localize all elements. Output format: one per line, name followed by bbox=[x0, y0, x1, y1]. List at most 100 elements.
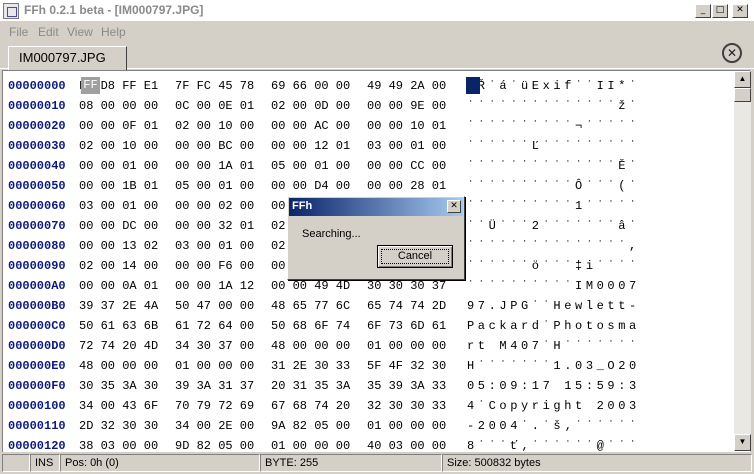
hex-bytes[interactable]: 31 2E 30 33 bbox=[271, 359, 350, 373]
ascii-text[interactable]: ˙˙˙˙˙˙˙˙˙˙˙˙˙˙Ě˙ bbox=[467, 159, 723, 173]
hex-bytes[interactable]: 00 00 BC 00 bbox=[175, 139, 254, 153]
hex-bytes[interactable]: 08 00 00 00 bbox=[79, 99, 158, 113]
hex-bytes[interactable]: 00 00 0A 01 bbox=[79, 279, 158, 293]
dialog-close-icon[interactable]: ✕ bbox=[447, 200, 461, 213]
hex-bytes[interactable]: 48 65 77 6C bbox=[271, 299, 350, 313]
hex-bytes[interactable]: 01 00 00 00 bbox=[367, 339, 446, 353]
hex-bytes[interactable]: 20 31 35 3A bbox=[271, 379, 350, 393]
hex-bytes[interactable]: 00 00 1A 12 bbox=[175, 279, 254, 293]
menu-file[interactable]: File bbox=[9, 25, 28, 39]
hex-bytes[interactable]: 9D 82 05 00 bbox=[175, 439, 254, 453]
title-bar[interactable]: FFh 0.2.1 beta - [IM000797.JPG] _ □ ✕ bbox=[0, 0, 754, 22]
hex-bytes[interactable]: 6F 73 6D 61 bbox=[367, 319, 446, 333]
hex-bytes[interactable]: 02 00 10 00 bbox=[175, 119, 254, 133]
hex-bytes[interactable]: 48 00 00 00 bbox=[271, 339, 350, 353]
hex-bytes[interactable]: 70 79 72 69 bbox=[175, 399, 254, 413]
hex-bytes[interactable]: 00 00 AC 00 bbox=[271, 119, 350, 133]
hex-bytes[interactable]: 01 00 00 00 bbox=[271, 439, 350, 453]
hex-bytes[interactable]: 00 00 DC 00 bbox=[79, 219, 158, 233]
hex-bytes[interactable]: 72 74 20 4D bbox=[79, 339, 158, 353]
scroll-up-icon[interactable]: ▲ bbox=[734, 71, 751, 88]
hex-bytes[interactable]: 00 00 01 00 bbox=[79, 159, 158, 173]
ascii-text[interactable]: H˙˙˙˙˙˙˙1.03_O20 bbox=[467, 359, 723, 373]
hex-bytes[interactable]: 05 00 01 00 bbox=[175, 179, 254, 193]
hex-bytes[interactable]: 39 3A 31 37 bbox=[175, 379, 254, 393]
hex-bytes[interactable]: 00 00 D4 00 bbox=[271, 179, 350, 193]
ascii-text[interactable]: ˙˙˙˙˙˙˙˙˙˙Ô˙˙˙(˙ bbox=[467, 179, 723, 193]
hex-bytes[interactable]: 02 00 0D 00 bbox=[271, 99, 350, 113]
menu-edit[interactable]: Edit bbox=[38, 25, 59, 39]
hex-bytes[interactable]: 30 35 3A 30 bbox=[79, 379, 158, 393]
hex-bytes[interactable]: 01 00 00 00 bbox=[367, 419, 446, 433]
close-button[interactable]: ✕ bbox=[732, 4, 748, 18]
hex-bytes[interactable]: 40 03 00 00 bbox=[367, 439, 446, 453]
hex-bytes[interactable]: 03 00 01 00 bbox=[367, 139, 446, 153]
close-tab-icon[interactable]: ✕ bbox=[722, 43, 742, 63]
hex-bytes[interactable]: 34 00 43 6F bbox=[79, 399, 158, 413]
ascii-text[interactable]: 4˙Copyright 2003 bbox=[467, 399, 723, 413]
tab-file[interactable]: IM000797.JPG bbox=[8, 46, 127, 70]
hex-bytes[interactable]: 35 39 3A 33 bbox=[367, 379, 446, 393]
ascii-text[interactable]: ˙˙˙˙˙˙˙˙˙˙1˙˙˙˙˙ bbox=[467, 199, 723, 213]
hex-bytes[interactable]: 00 00 10 01 bbox=[367, 119, 446, 133]
hex-bytes[interactable]: 00 00 9E 00 bbox=[367, 99, 446, 113]
hex-bytes[interactable]: 50 47 00 00 bbox=[175, 299, 254, 313]
scroll-thumb[interactable] bbox=[734, 88, 751, 102]
hex-bytes[interactable]: 00 00 32 01 bbox=[175, 219, 254, 233]
ascii-text[interactable]: ˙˙˙˙˙˙˙˙˙˙˙˙˙˙ž˙ bbox=[467, 99, 723, 113]
ascii-text[interactable]: ˙˙˙˙˙˙ö˙˙˙‡i˙˙˙˙ bbox=[467, 259, 723, 273]
hex-bytes[interactable]: 9A 82 05 00 bbox=[271, 419, 350, 433]
hex-bytes[interactable]: 50 61 63 6B bbox=[79, 319, 158, 333]
app-icon[interactable] bbox=[3, 3, 19, 19]
ascii-text[interactable]: 8˙˙˙ť‚˙˙˙˙˙˙@˙˙˙ bbox=[467, 439, 723, 453]
selected-byte-hex[interactable]: FF bbox=[81, 77, 100, 94]
ascii-text[interactable]: 05:09:17 15:59:3 bbox=[467, 379, 723, 393]
hex-bytes[interactable]: 00 00 02 00 bbox=[175, 199, 254, 213]
ascii-text[interactable]: Packard˙Photosma bbox=[467, 319, 723, 333]
ascii-text[interactable]: 97.JPG˙˙Hewlett- bbox=[467, 299, 723, 313]
hex-bytes[interactable]: 7F FC 45 78 bbox=[175, 79, 254, 93]
hex-bytes[interactable]: 0C 00 0E 01 bbox=[175, 99, 254, 113]
dialog-title-bar[interactable]: FFh ✕ bbox=[289, 198, 463, 216]
hex-bytes[interactable]: 69 66 00 00 bbox=[271, 79, 350, 93]
ascii-text[interactable]: ˙˙˙˙˙˙Ľ˙˙˙˙˙˙˙˙˙ bbox=[467, 139, 723, 153]
hex-bytes[interactable]: 02 00 14 00 bbox=[79, 259, 158, 273]
hex-bytes[interactable]: 00 00 1A 01 bbox=[175, 159, 254, 173]
hex-bytes[interactable]: 00 00 12 01 bbox=[271, 139, 350, 153]
hex-bytes[interactable]: 02 00 10 00 bbox=[79, 139, 158, 153]
minimize-button[interactable]: _ bbox=[695, 4, 711, 18]
hex-bytes[interactable]: 03 00 01 00 bbox=[175, 239, 254, 253]
hex-bytes[interactable]: 61 72 64 00 bbox=[175, 319, 254, 333]
maximize-button[interactable]: □ bbox=[712, 4, 728, 18]
ascii-text[interactable]: -2004˙.˙š‚˙˙˙˙˙˙ bbox=[467, 419, 723, 433]
menu-view[interactable]: View bbox=[67, 25, 93, 39]
ascii-text[interactable]: ˙˙Ü˙˙˙2˙˙˙˙˙˙˙â˙ bbox=[467, 219, 723, 233]
hex-bytes[interactable]: 38 03 00 00 bbox=[79, 439, 158, 453]
hex-bytes[interactable]: 48 00 00 00 bbox=[79, 359, 158, 373]
ascii-text[interactable]: ˇŘ˙á˙üExif˙˙II*˙ bbox=[467, 79, 723, 93]
hex-bytes[interactable]: 01 00 00 00 bbox=[175, 359, 254, 373]
hex-bytes[interactable]: 65 74 74 2D bbox=[367, 299, 446, 313]
hex-bytes[interactable]: 49 49 2A 00 bbox=[367, 79, 446, 93]
hex-bytes[interactable]: 34 30 37 00 bbox=[175, 339, 254, 353]
ascii-text[interactable]: rt M407˙H˙˙˙˙˙˙˙ bbox=[467, 339, 723, 353]
hex-bytes[interactable]: 00 00 13 02 bbox=[79, 239, 158, 253]
hex-bytes[interactable]: 50 68 6F 74 bbox=[271, 319, 350, 333]
cancel-button[interactable]: Cancel bbox=[377, 245, 453, 268]
hex-bytes[interactable]: 30 30 30 37 bbox=[367, 279, 446, 293]
ascii-text[interactable]: ˙˙˙˙˙˙˙˙˙˙˙˙˙˙˙, bbox=[467, 239, 723, 253]
hex-bytes[interactable]: 67 68 74 20 bbox=[271, 399, 350, 413]
hex-bytes[interactable]: 00 00 49 4D bbox=[271, 279, 350, 293]
hex-bytes[interactable]: 2D 32 30 30 bbox=[79, 419, 158, 433]
hex-bytes[interactable]: 39 37 2E 4A bbox=[79, 299, 158, 313]
selected-byte-ascii[interactable] bbox=[466, 77, 480, 94]
hex-bytes[interactable]: 00 00 F6 00 bbox=[175, 259, 254, 273]
hex-bytes[interactable]: 32 30 30 33 bbox=[367, 399, 446, 413]
hex-bytes[interactable]: 05 00 01 00 bbox=[271, 159, 350, 173]
hex-bytes[interactable]: 00 00 1B 01 bbox=[79, 179, 158, 193]
scroll-down-icon[interactable]: ▼ bbox=[734, 434, 751, 451]
hex-bytes[interactable]: 34 00 2E 00 bbox=[175, 419, 254, 433]
ascii-text[interactable]: ˙˙˙˙˙˙˙˙˙˙¬˙˙˙˙˙ bbox=[467, 119, 723, 133]
menu-help[interactable]: Help bbox=[101, 25, 126, 39]
hex-bytes[interactable]: 00 00 0F 01 bbox=[79, 119, 158, 133]
